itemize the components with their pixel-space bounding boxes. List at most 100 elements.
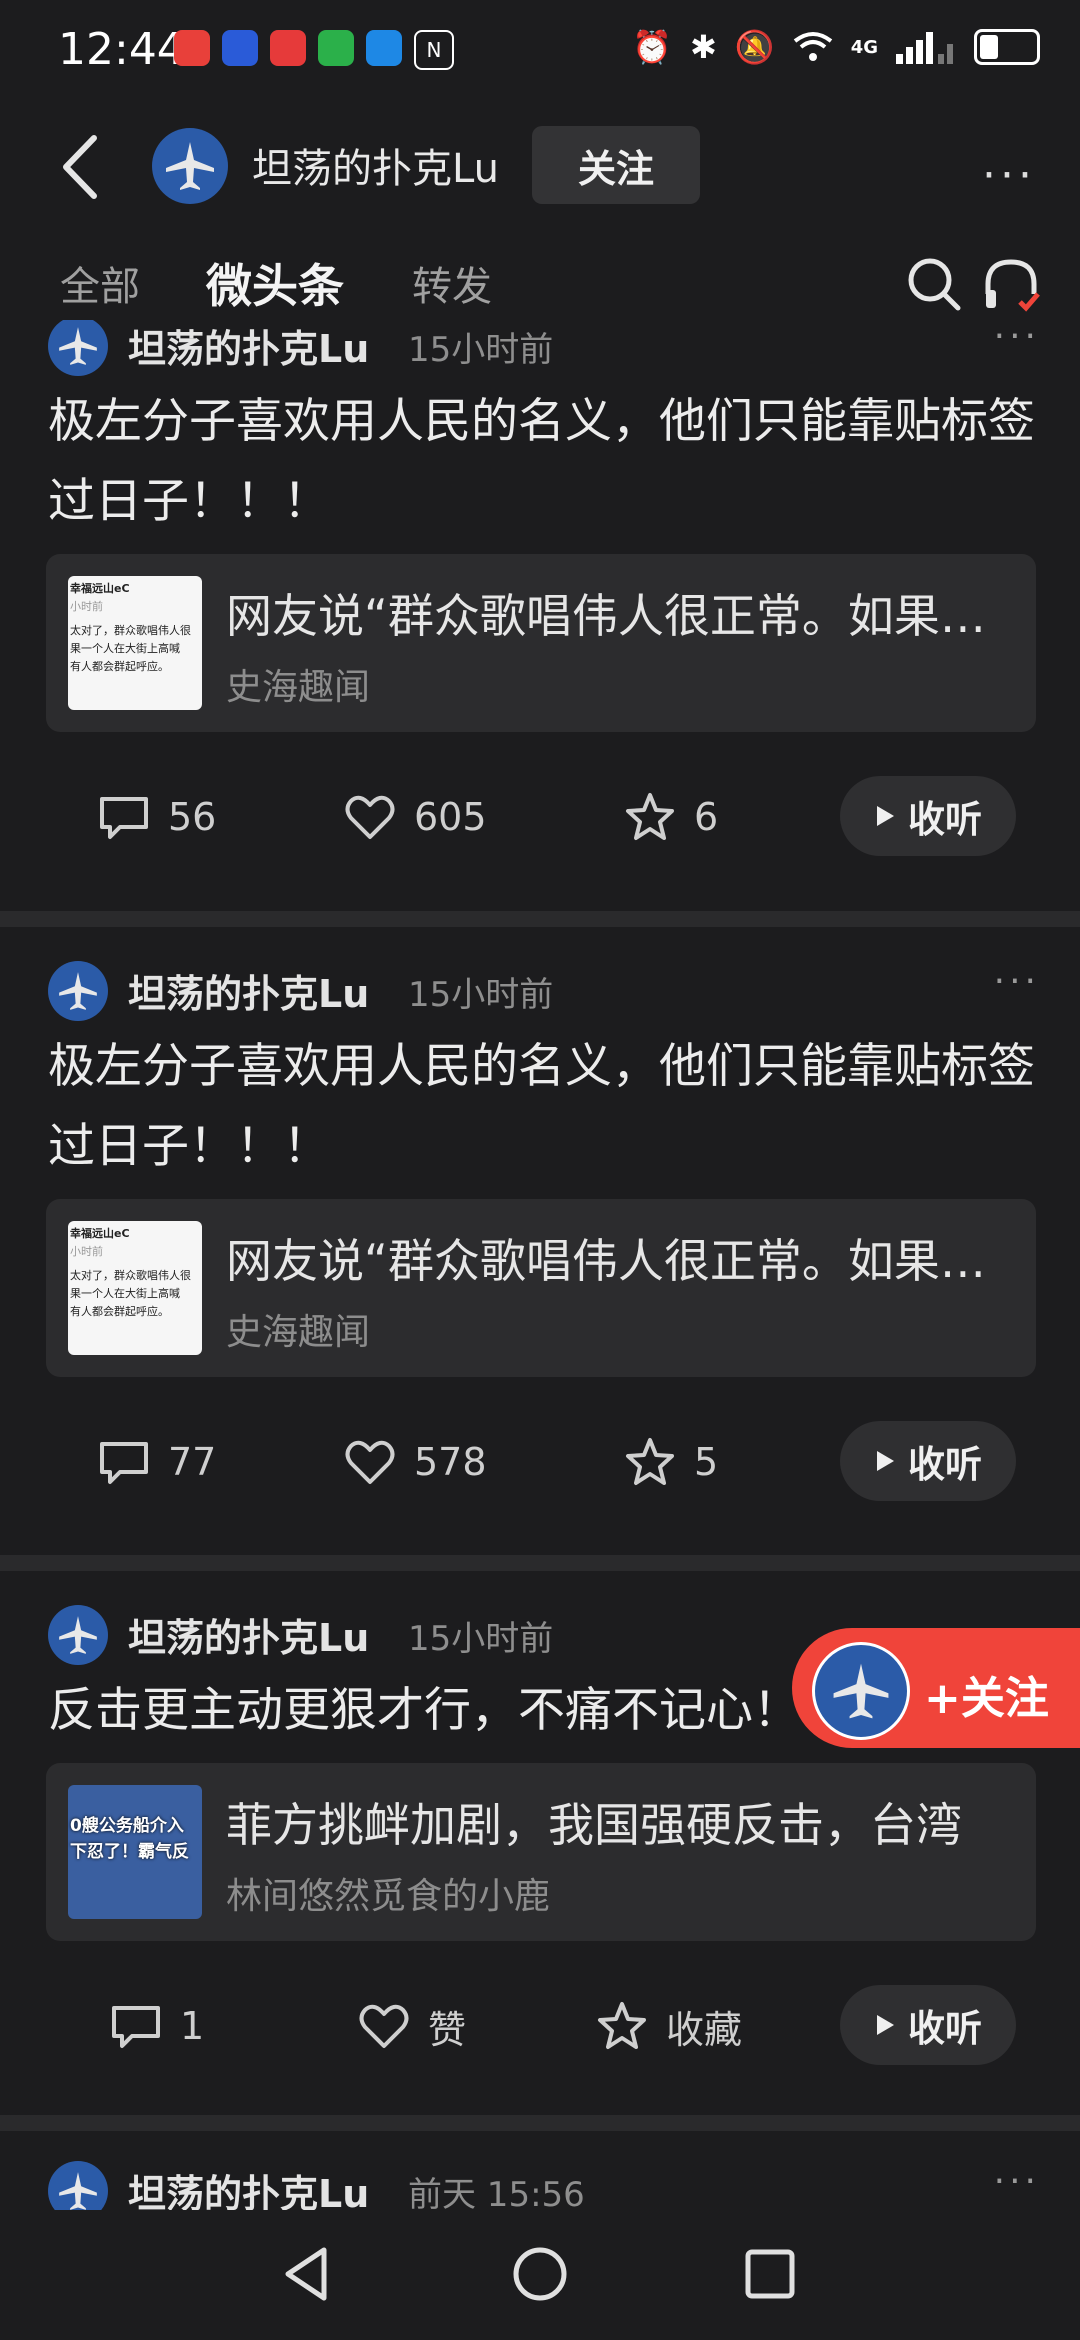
play-icon (877, 1451, 894, 1471)
listen-button[interactable]: 收听 (840, 1421, 1016, 1501)
thumb-line: 有人都会群起呼应。 (70, 660, 169, 673)
thumb-line: 下忍了！霸气反 (70, 1842, 189, 1862)
linked-article-card[interactable]: 幸福远山eC 小时前 太对了，群众歌唱伟人很 果一个人在大街上高喊 有人都会群起… (46, 1199, 1036, 1377)
thumb-line: 幸福远山eC (70, 1227, 130, 1240)
status-time: 12:44 (58, 24, 185, 75)
comment-count: 56 (168, 795, 217, 839)
linked-article-card[interactable]: 幸福远山eC 小时前 太对了，群众歌唱伟人很 果一个人在大街上高喊 有人都会群起… (46, 554, 1036, 732)
back-icon[interactable] (54, 132, 114, 202)
tab-all[interactable]: 全部 (60, 254, 140, 312)
thumb-line: 果一个人在大街上高喊 (70, 642, 180, 655)
post-more-icon[interactable]: ··· (994, 2161, 1040, 2202)
app-notification-icon (366, 30, 402, 66)
like-button[interactable]: 605 (344, 772, 487, 862)
nav-home-icon[interactable] (510, 2244, 570, 2304)
post-text[interactable]: 极左分子喜欢用人民的名义，他们只能靠贴标签过日子！！！ (48, 1027, 1038, 1187)
mute-icon: 🔕 (734, 28, 775, 66)
bluetooth-icon: ✱ (690, 28, 717, 66)
heart-icon (345, 1440, 395, 1484)
listen-button[interactable]: 收听 (840, 776, 1016, 856)
wechat-icon (318, 30, 354, 66)
favorite-button[interactable]: 收藏 (596, 1981, 742, 2071)
headphones-icon[interactable] (980, 254, 1042, 316)
article-source: 林间悠然觅食的小鹿 (226, 1876, 551, 1917)
article-title: 网友说“群众歌唱伟人很正常。如果一个人在大街上高喊 (226, 1234, 1006, 1288)
post-more-icon[interactable]: ··· (994, 961, 1040, 1002)
thumb-line: 小时前 (70, 600, 103, 613)
tab-micro-headlines[interactable]: 微头条 (206, 250, 344, 316)
thumb-line: 太对了，群众歌唱伟人很 (70, 1269, 191, 1282)
thumb-line: 幸福远山eC (70, 582, 130, 595)
article-source: 史海趣闻 (226, 667, 371, 708)
post-more-icon[interactable]: ··· (994, 320, 1040, 357)
post-time: 15小时前 (408, 975, 554, 1015)
post-author-avatar[interactable] (48, 1605, 108, 1665)
tab-reposts[interactable]: 转发 (412, 254, 492, 312)
search-icon[interactable] (904, 254, 964, 314)
post-author-avatar[interactable] (48, 961, 108, 1021)
star-icon (626, 793, 674, 840)
like-button[interactable]: 赞 (358, 1981, 466, 2071)
star-icon (598, 2002, 646, 2049)
post-actions: 56 605 6 收听 (0, 772, 1080, 862)
like-count: 578 (414, 1440, 487, 1484)
post-author-avatar[interactable] (48, 2161, 108, 2210)
nfc-icon: N (414, 30, 454, 70)
comment-button[interactable]: 1 (110, 1981, 204, 2071)
jet-icon (833, 1663, 889, 1719)
app-notification-icon (270, 30, 306, 66)
like-count: 605 (414, 795, 487, 839)
comment-icon (100, 797, 148, 839)
linked-article-card[interactable]: 0艘公务船介入 下忍了！霸气反 菲方挑衅加剧，我国强硬反击，台湾 林间悠然觅食的… (46, 1763, 1036, 1941)
like-button[interactable]: 578 (344, 1417, 487, 1507)
jet-icon (59, 972, 97, 1010)
like-label: 赞 (428, 2007, 467, 2052)
comment-button[interactable]: 77 (98, 1417, 216, 1507)
post-author-name[interactable]: 坦荡的扑克Lu (128, 320, 369, 373)
thumb-line: 0艘公务船介入 (70, 1816, 184, 1836)
play-icon (877, 2015, 894, 2035)
profile-name[interactable]: 坦荡的扑克Lu (252, 136, 499, 194)
floating-follow-button[interactable]: +关注 (792, 1628, 1080, 1748)
app-notification-icon (222, 30, 258, 66)
article-thumbnail: 幸福远山eC 小时前 太对了，群众歌唱伟人很 果一个人在大街上高喊 有人都会群起… (68, 576, 202, 710)
notification-icons: N (174, 30, 454, 70)
floating-avatar (812, 1642, 910, 1740)
listen-button[interactable]: 收听 (840, 1985, 1016, 2065)
status-bar: 12:44 N ⏰ ✱ 🔕 4G (0, 0, 1080, 100)
post-author-name[interactable]: 坦荡的扑克Lu (128, 963, 369, 1018)
post-divider (0, 911, 1080, 927)
signal-icon (896, 32, 953, 64)
comment-icon (112, 2006, 160, 2048)
favorite-button[interactable]: 6 (624, 772, 718, 862)
post-divider (0, 2115, 1080, 2131)
favorite-button[interactable]: 5 (624, 1417, 718, 1507)
comment-icon (100, 1442, 148, 1484)
comment-count: 77 (168, 1440, 217, 1484)
article-source: 史海趣闻 (226, 1312, 371, 1353)
follow-button[interactable]: 关注 (532, 126, 700, 204)
more-options-icon[interactable]: ··· (982, 150, 1036, 201)
favorite-label: 收藏 (666, 2007, 743, 2052)
post-author-name[interactable]: 坦荡的扑克Lu (128, 1607, 369, 1662)
nav-recents-icon[interactable] (740, 2244, 800, 2304)
post-author-name[interactable]: 坦荡的扑克Lu (128, 2163, 369, 2210)
article-title: 菲方挑衅加剧，我国强硬反击，台湾 (226, 1798, 962, 1852)
jet-icon (59, 1616, 97, 1654)
content-tabs: 全部 微头条 转发 (0, 240, 1080, 320)
post-time: 15小时前 (408, 1619, 554, 1659)
nav-back-icon[interactable] (278, 2244, 338, 2304)
post-author-avatar[interactable] (48, 320, 108, 376)
post-time: 15小时前 (408, 330, 554, 370)
profile-header: 坦荡的扑克Lu 关注 ··· (0, 100, 1080, 240)
play-icon (877, 806, 894, 826)
profile-avatar[interactable] (152, 128, 228, 204)
post-actions: 77 578 5 收听 (0, 1417, 1080, 1507)
floating-follow-label: +关注 (924, 1673, 1049, 1724)
comment-button[interactable]: 56 (98, 772, 216, 862)
post-text[interactable]: 极左分子喜欢用人民的名义，他们只能靠贴标签过日子！！！ (48, 382, 1038, 542)
post-feed[interactable]: 坦荡的扑克Lu 15小时前 ··· 极左分子喜欢用人民的名义，他们只能靠贴标签过… (0, 320, 1080, 2210)
post-item: 坦荡的扑克Lu 15小时前 ··· 极左分子喜欢用人民的名义，他们只能靠贴标签过… (0, 927, 1080, 1555)
heart-icon (345, 795, 395, 839)
battery-icon (974, 29, 1040, 65)
